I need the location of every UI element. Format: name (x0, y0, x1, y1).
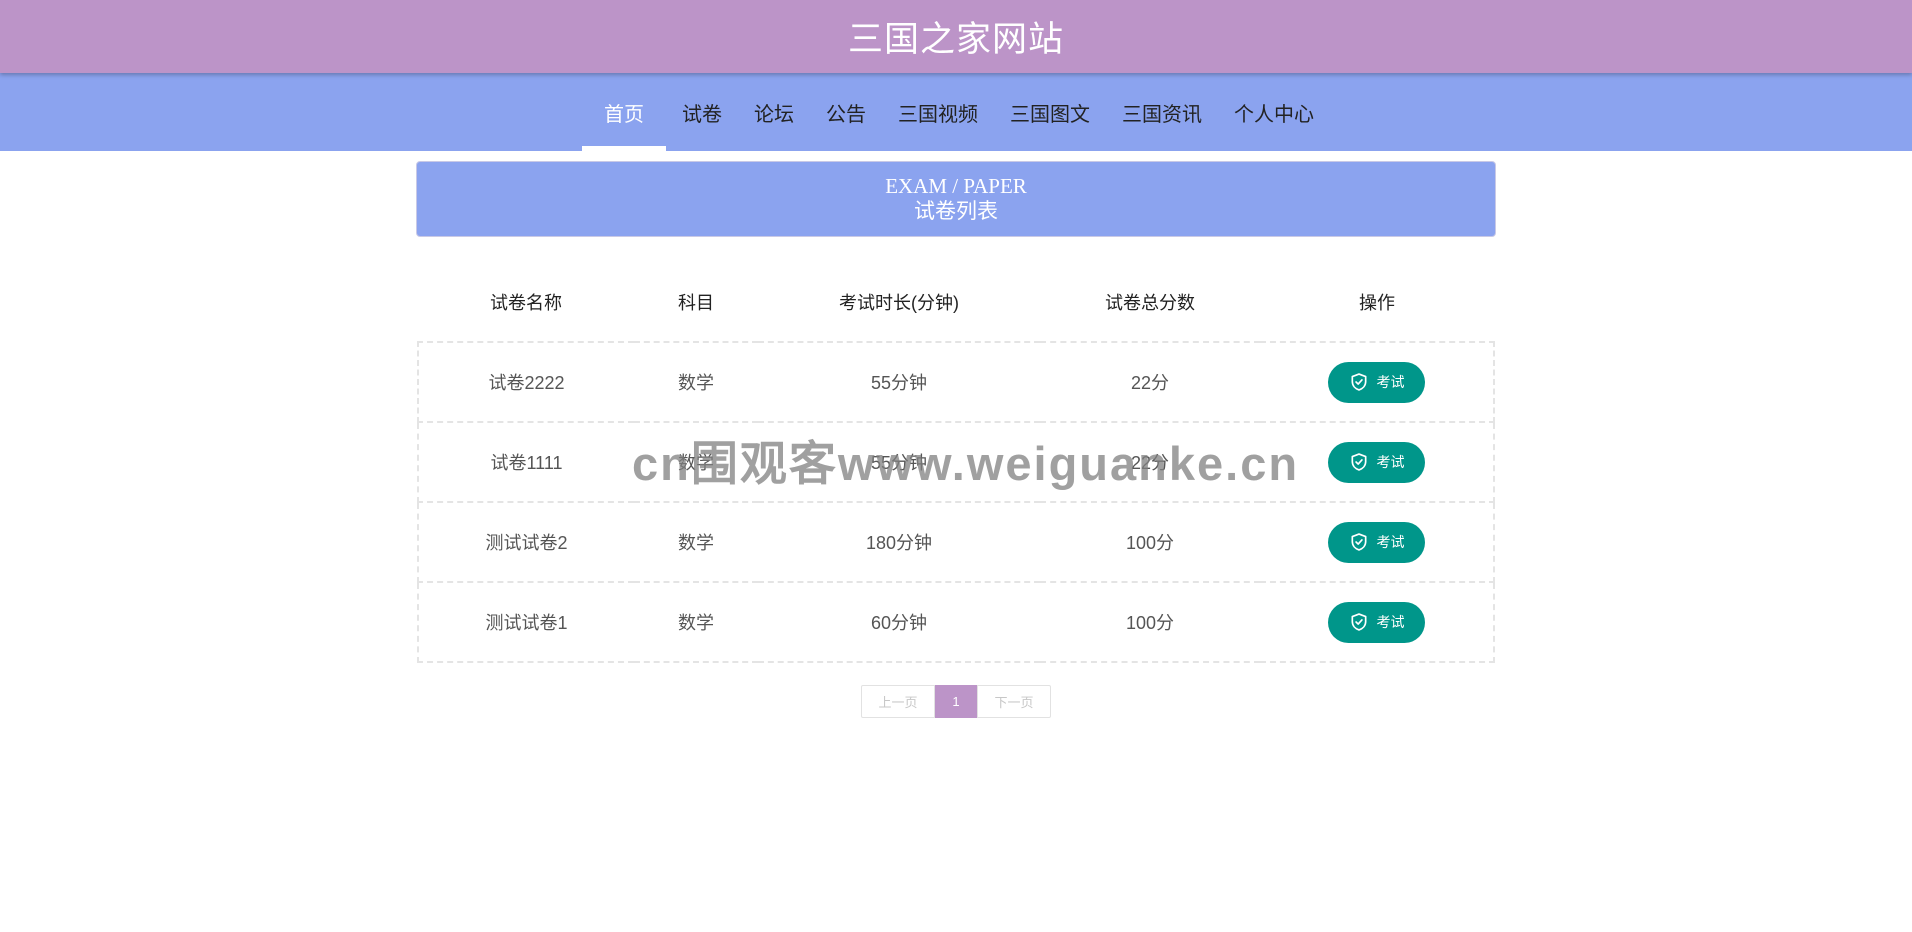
exam-button[interactable]: 考试 (1328, 521, 1425, 563)
table-row: 试卷2222 数学 55分钟 22分 考试 (417, 341, 1495, 423)
cell-name: 测试试卷1 (417, 581, 634, 663)
cell-duration: 180分钟 (758, 501, 1040, 583)
next-page-button[interactable]: 下一页 (977, 685, 1051, 718)
shield-check-icon (1351, 373, 1366, 391)
exam-button-label: 考试 (1376, 534, 1405, 550)
cell-name: 试卷1111 (417, 421, 634, 503)
nav-item-notice[interactable]: 公告 (810, 73, 882, 151)
shield-check-icon (1351, 533, 1366, 551)
cell-subject: 数学 (634, 341, 758, 423)
cell-name: 测试试卷2 (417, 501, 634, 583)
cell-score: 100分 (1040, 581, 1260, 663)
table-row: 测试试卷2 数学 180分钟 100分 考试 (417, 501, 1495, 583)
cell-duration: 55分钟 (758, 421, 1040, 503)
pagination: 上一页 1 下一页 (416, 685, 1496, 718)
content-container: EXAM / PAPER 试卷列表 试卷名称 科目 考试时长(分钟) 试卷总分数… (416, 161, 1496, 718)
shield-check-icon (1351, 453, 1366, 471)
cell-duration: 55分钟 (758, 341, 1040, 423)
table-row: 测试试卷1 数学 60分钟 100分 考试 (417, 581, 1495, 663)
prev-page-button[interactable]: 上一页 (861, 685, 935, 718)
col-header-score: 试卷总分数 (1105, 292, 1195, 313)
nav-item-news[interactable]: 三国资讯 (1106, 73, 1218, 151)
nav-item-user-center[interactable]: 个人中心 (1218, 73, 1330, 151)
main-nav: 首页 试卷 论坛 公告 三国视频 三国图文 三国资讯 个人中心 (0, 73, 1912, 151)
cell-score: 100分 (1040, 501, 1260, 583)
exam-button-label: 考试 (1376, 454, 1405, 470)
exam-button[interactable]: 考试 (1328, 441, 1425, 483)
page-number-current[interactable]: 1 (935, 685, 977, 718)
exam-button-label: 考试 (1376, 374, 1405, 390)
nav-item-papers[interactable]: 试卷 (666, 73, 738, 151)
exam-button[interactable]: 考试 (1328, 601, 1425, 643)
section-banner: EXAM / PAPER 试卷列表 (416, 161, 1496, 237)
cell-name: 试卷2222 (417, 341, 634, 423)
nav-item-pictures[interactable]: 三国图文 (994, 73, 1106, 151)
cell-subject: 数学 (634, 581, 758, 663)
cell-duration: 60分钟 (758, 581, 1040, 663)
banner-subtitle: 试卷列表 (914, 200, 998, 223)
cell-action: 考试 (1260, 501, 1495, 583)
col-header-duration: 考试时长(分钟) (839, 292, 959, 313)
paper-table: 试卷名称 科目 考试时长(分钟) 试卷总分数 操作 试卷2222 数学 55分钟… (417, 262, 1495, 663)
col-header-name: 试卷名称 (490, 292, 562, 313)
cell-score: 22分 (1040, 421, 1260, 503)
cell-action: 考试 (1260, 341, 1495, 423)
cell-score: 22分 (1040, 341, 1260, 423)
nav-item-videos[interactable]: 三国视频 (882, 73, 994, 151)
exam-button-label: 考试 (1376, 614, 1405, 630)
nav-item-home[interactable]: 首页 (582, 73, 666, 151)
banner-title: EXAM / PAPER (885, 174, 1027, 198)
table-row: 试卷1111 数学 55分钟 22分 考试 (417, 421, 1495, 503)
shield-check-icon (1351, 613, 1366, 631)
col-header-subject: 科目 (678, 292, 714, 313)
table-header-row: 试卷名称 科目 考试时长(分钟) 试卷总分数 操作 (418, 262, 1494, 342)
site-title: 三国之家网站 (847, 20, 1064, 59)
nav-item-forum[interactable]: 论坛 (738, 73, 810, 151)
cell-subject: 数学 (634, 421, 758, 503)
exam-button[interactable]: 考试 (1328, 361, 1425, 403)
site-header: 三国之家网站 (0, 0, 1912, 73)
cell-action: 考试 (1260, 581, 1495, 663)
cell-action: 考试 (1260, 421, 1495, 503)
col-header-action: 操作 (1359, 292, 1395, 313)
cell-subject: 数学 (634, 501, 758, 583)
